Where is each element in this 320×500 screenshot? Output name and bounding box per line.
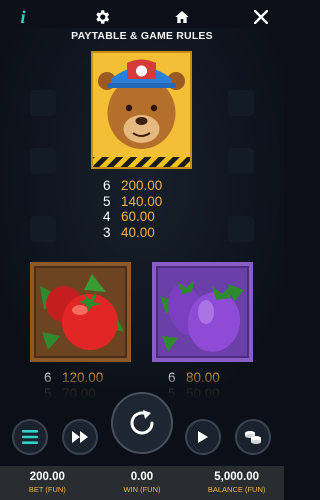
balance-label: BALANCE (FUN) bbox=[207, 485, 266, 494]
info-glyph: i bbox=[20, 6, 26, 27]
home-icon[interactable] bbox=[171, 6, 193, 28]
balance-value: 5,000.00 bbox=[214, 471, 260, 483]
top-bar: i bbox=[0, 0, 284, 34]
bear-paytable: 6 200.00 5 140.00 4 60.00 3 40.00 bbox=[103, 178, 162, 240]
status-bar: 200.00 BET (FUN) 0.00 WIN (FUN) 5,000.00… bbox=[0, 466, 284, 500]
pay-amount: 40.00 bbox=[121, 224, 155, 240]
pay-count: 5 bbox=[103, 193, 111, 209]
win-label: WIN (FUN) bbox=[123, 485, 161, 494]
win-display: 0.00 WIN (FUN) bbox=[97, 471, 187, 495]
bet-value: 200.00 bbox=[29, 471, 65, 483]
pay-count: 6 bbox=[103, 178, 111, 193]
bet-settings-button[interactable] bbox=[235, 419, 271, 455]
tomato-icon bbox=[40, 274, 124, 350]
pay-count: 6 bbox=[44, 370, 52, 385]
fast-forward-icon bbox=[72, 431, 88, 443]
eggplant-icon bbox=[160, 280, 244, 352]
pay-row: 4 60.00 bbox=[103, 209, 162, 225]
bet-label: BET (FUN) bbox=[28, 485, 66, 494]
pay-count: 3 bbox=[103, 224, 111, 240]
balance-display: 5,000.00 BALANCE (FUN) bbox=[192, 471, 282, 495]
background-tile bbox=[228, 148, 254, 174]
bear-symbol bbox=[91, 51, 192, 169]
menu-button[interactable] bbox=[12, 419, 48, 455]
control-bar bbox=[0, 392, 284, 465]
info-icon[interactable]: i bbox=[12, 6, 34, 28]
gear-icon[interactable] bbox=[91, 6, 113, 28]
pay-count: 6 bbox=[168, 370, 176, 385]
spin-button[interactable] bbox=[111, 392, 173, 454]
background-tile bbox=[30, 216, 56, 242]
pay-row: 6 80.00 bbox=[168, 370, 220, 386]
pay-row: 6 200.00 bbox=[103, 178, 162, 194]
spin-icon bbox=[130, 410, 154, 435]
background-tile bbox=[228, 216, 254, 242]
pay-amount: 60.00 bbox=[121, 209, 155, 224]
close-icon[interactable] bbox=[250, 6, 272, 28]
pay-row: 6 120.00 bbox=[44, 370, 103, 386]
pay-row: 5 140.00 bbox=[103, 194, 162, 210]
play-button[interactable] bbox=[185, 419, 221, 455]
bear-icon bbox=[93, 53, 190, 167]
coins-icon bbox=[245, 431, 261, 444]
pay-amount: 120.00 bbox=[62, 370, 104, 385]
background-tile bbox=[30, 90, 56, 116]
play-icon bbox=[198, 431, 208, 443]
pay-amount: 80.00 bbox=[186, 370, 220, 385]
eggplant-symbol bbox=[152, 262, 253, 362]
bet-display: 200.00 BET (FUN) bbox=[2, 471, 92, 495]
pay-amount: 140.00 bbox=[121, 193, 163, 209]
background-tile bbox=[30, 148, 56, 174]
menu-icon bbox=[22, 430, 38, 444]
background-tile bbox=[228, 90, 254, 116]
tomato-symbol bbox=[30, 262, 131, 362]
page-title: PAYTABLE & GAME RULES bbox=[71, 30, 213, 42]
pay-amount: 200.00 bbox=[121, 178, 163, 193]
pay-count: 4 bbox=[103, 209, 111, 224]
fast-forward-button[interactable] bbox=[62, 419, 98, 455]
win-value: 0.00 bbox=[130, 471, 154, 483]
pay-row: 3 40.00 bbox=[103, 225, 162, 241]
